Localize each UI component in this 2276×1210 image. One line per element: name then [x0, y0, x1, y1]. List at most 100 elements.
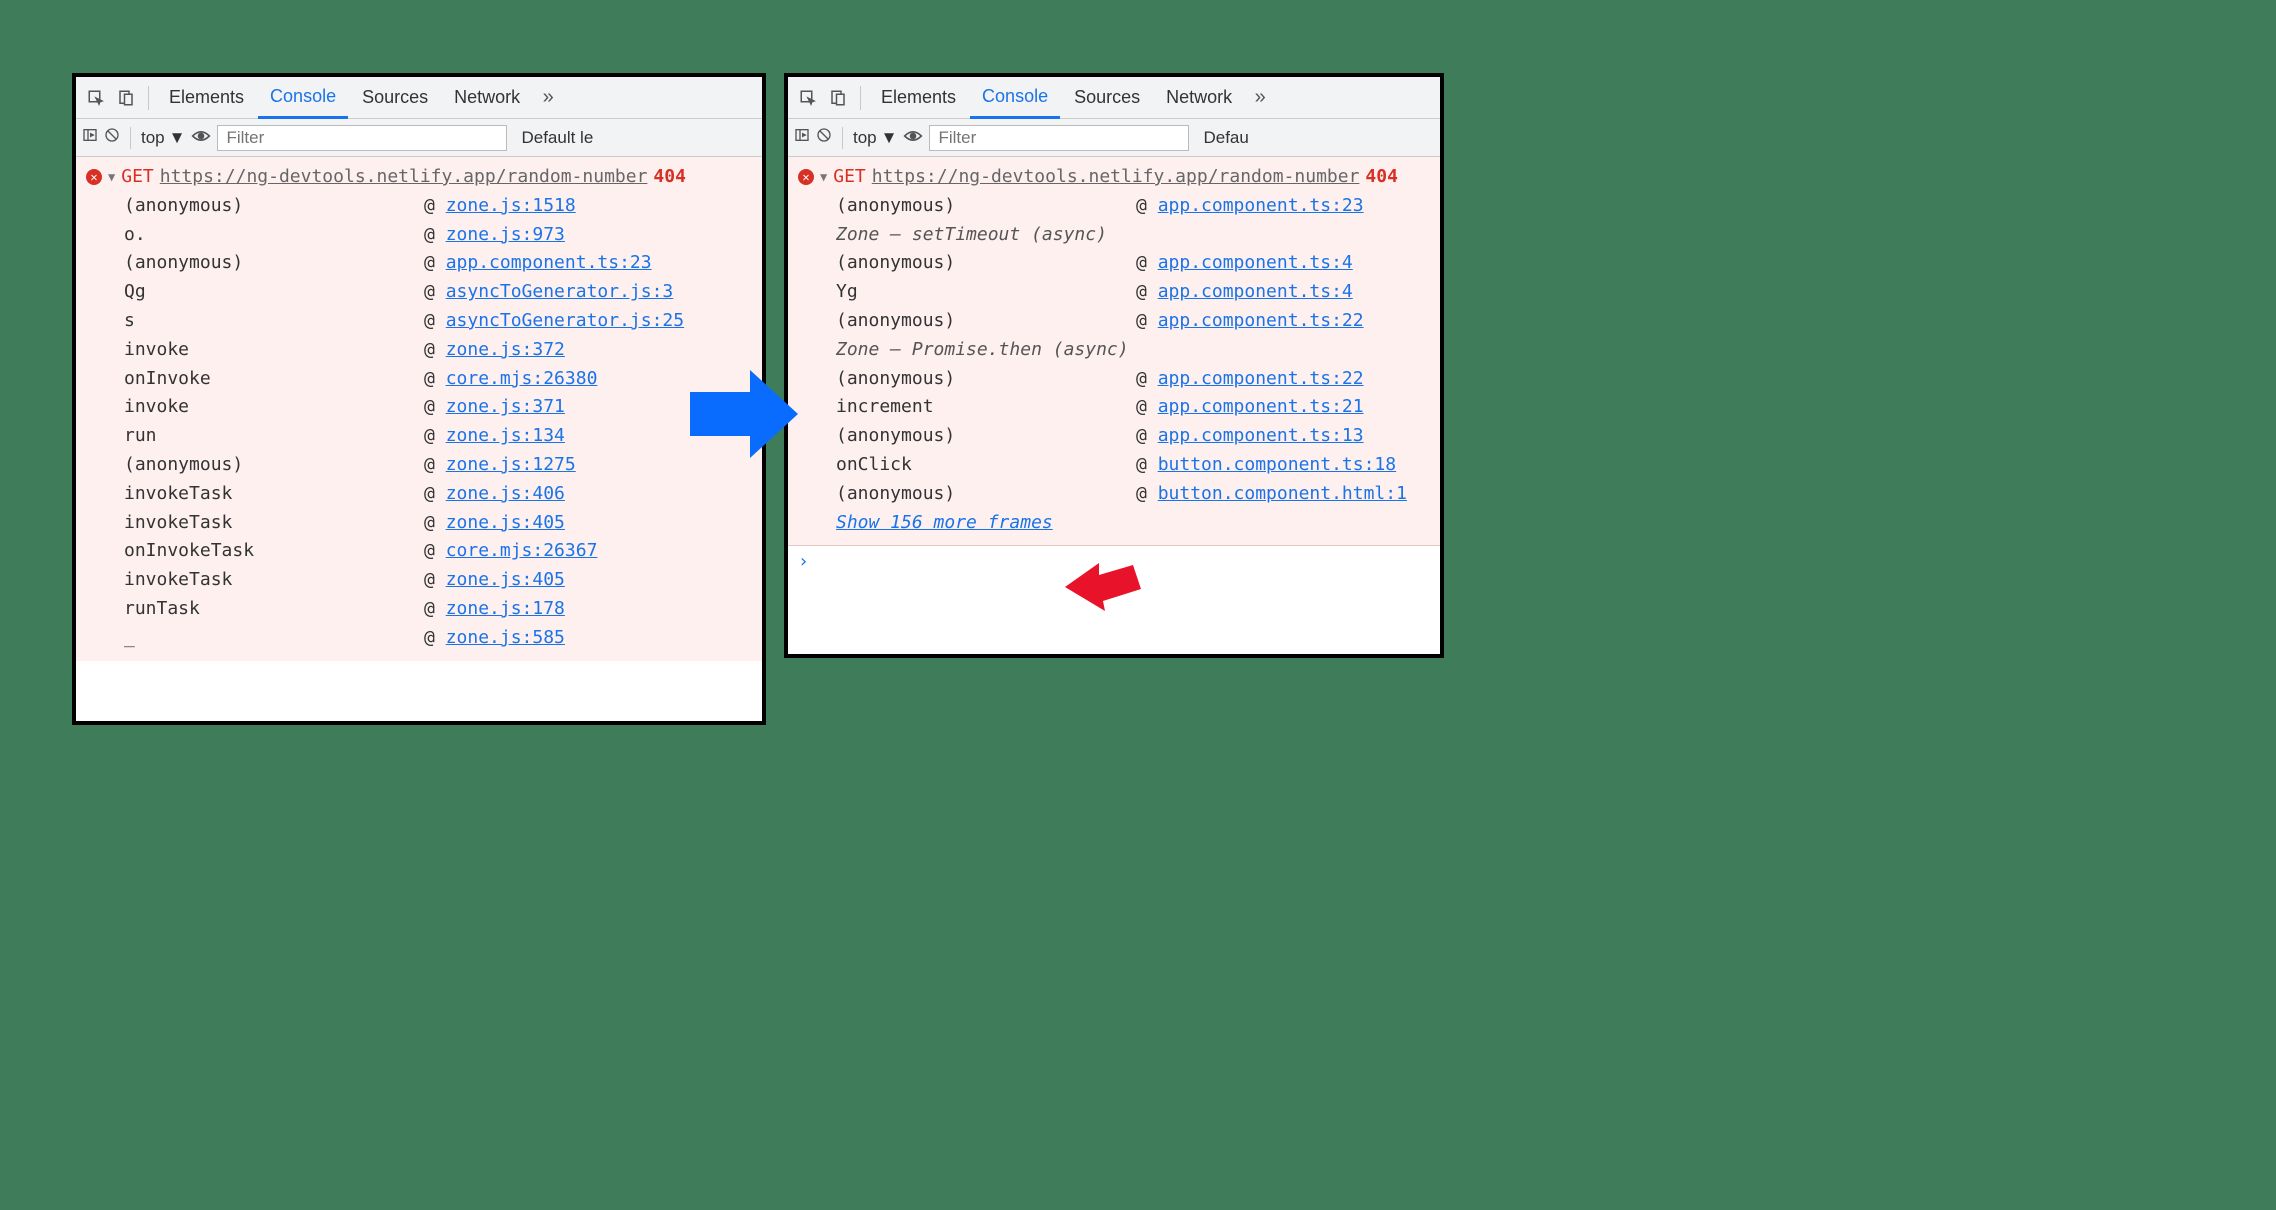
stack-frame: onInvoke@ core.mjs:26380: [86, 365, 752, 394]
frame-function: (anonymous): [836, 365, 1136, 394]
frame-function: _: [124, 624, 424, 653]
source-link[interactable]: app.component.ts:4: [1158, 252, 1353, 273]
source-link[interactable]: app.component.ts:4: [1158, 281, 1353, 302]
context-selector[interactable]: top ▼: [853, 128, 897, 148]
source-link[interactable]: app.component.ts:22: [1158, 310, 1364, 331]
prompt-chevron-icon: ›: [798, 551, 809, 572]
source-link[interactable]: zone.js:405: [446, 512, 565, 533]
source-link[interactable]: zone.js:973: [446, 224, 565, 245]
source-link[interactable]: core.mjs:26380: [446, 368, 598, 389]
frame-location: @ core.mjs:26367: [424, 537, 597, 566]
filter-input[interactable]: [217, 125, 507, 151]
stack-frame: (anonymous)@ zone.js:1275: [86, 451, 752, 480]
frame-location: @ core.mjs:26380: [424, 365, 597, 394]
request-url[interactable]: https://ng-devtools.netlify.app/random-n…: [160, 163, 648, 192]
frame-location: @ app.component.ts:22: [1136, 365, 1364, 394]
stack-frame: run@ zone.js:134: [86, 422, 752, 451]
source-link[interactable]: app.component.ts:22: [1158, 368, 1364, 389]
error-header[interactable]: ✕ ▼ GET https://ng-devtools.netlify.app/…: [798, 163, 1430, 192]
source-link[interactable]: core.mjs:26367: [446, 540, 598, 561]
inspect-icon[interactable]: [82, 84, 110, 112]
tab-elements[interactable]: Elements: [869, 77, 968, 118]
show-more-frames[interactable]: Show 156 more frames: [798, 509, 1430, 538]
frame-function: increment: [836, 393, 1136, 422]
frame-location: @ app.component.ts:22: [1136, 307, 1364, 336]
source-link[interactable]: zone.js:585: [446, 627, 565, 648]
live-expression-icon[interactable]: [903, 128, 923, 148]
source-link[interactable]: zone.js:134: [446, 425, 565, 446]
tab-elements[interactable]: Elements: [157, 77, 256, 118]
devtools-panel-before: Elements Console Sources Network » top ▼…: [72, 73, 766, 725]
source-link[interactable]: app.component.ts:23: [446, 252, 652, 273]
frame-location: @ zone.js:973: [424, 221, 565, 250]
more-tabs-icon[interactable]: »: [534, 84, 562, 112]
stack-frame: invoke@ zone.js:371: [86, 393, 752, 422]
context-selector[interactable]: top ▼: [141, 128, 185, 148]
source-link[interactable]: zone.js:372: [446, 339, 565, 360]
source-link[interactable]: app.component.ts:13: [1158, 425, 1364, 446]
device-toggle-icon[interactable]: [112, 84, 140, 112]
tab-network[interactable]: Network: [1154, 77, 1244, 118]
source-link[interactable]: zone.js:178: [446, 598, 565, 619]
error-icon: ✕: [86, 169, 102, 185]
frame-location: @ app.component.ts:23: [1136, 192, 1364, 221]
stack-frame: invokeTask@ zone.js:406: [86, 480, 752, 509]
source-link[interactable]: button.component.html:1: [1158, 483, 1407, 504]
stack-frame: o.@ zone.js:973: [86, 221, 752, 250]
frame-function: invokeTask: [124, 509, 424, 538]
filter-input[interactable]: [929, 125, 1189, 151]
source-link[interactable]: button.component.ts:18: [1158, 454, 1396, 475]
frame-function: (anonymous): [124, 192, 424, 221]
source-link[interactable]: asyncToGenerator.js:3: [446, 281, 674, 302]
source-link[interactable]: zone.js:406: [446, 483, 565, 504]
disclosure-icon[interactable]: ▼: [108, 168, 115, 187]
stack-frame: invoke@ zone.js:372: [86, 336, 752, 365]
error-icon: ✕: [798, 169, 814, 185]
show-more-link[interactable]: Show 156 more frames: [836, 512, 1053, 533]
live-expression-icon[interactable]: [191, 128, 211, 148]
frame-location: @ app.component.ts:13: [1136, 422, 1364, 451]
source-link[interactable]: zone.js:1518: [446, 195, 576, 216]
clear-console-icon[interactable]: [816, 127, 832, 148]
frame-function: Qg: [124, 278, 424, 307]
tab-sources[interactable]: Sources: [1062, 77, 1152, 118]
frame-function: onClick: [836, 451, 1136, 480]
http-method: GET: [121, 163, 154, 192]
log-levels-label[interactable]: Defau: [1203, 128, 1248, 148]
frame-location: @ zone.js:585: [424, 624, 565, 653]
error-header[interactable]: ✕ ▼ GET https://ng-devtools.netlify.app/…: [86, 163, 752, 192]
request-url[interactable]: https://ng-devtools.netlify.app/random-n…: [872, 163, 1360, 192]
stack-frame: onClick@ button.component.ts:18: [798, 451, 1430, 480]
disclosure-icon[interactable]: ▼: [820, 168, 827, 187]
stack-frame: (anonymous)@ zone.js:1518: [86, 192, 752, 221]
frame-function: invoke: [124, 336, 424, 365]
source-link[interactable]: zone.js:371: [446, 396, 565, 417]
tab-network[interactable]: Network: [442, 77, 532, 118]
frame-location: @ button.component.html:1: [1136, 480, 1407, 509]
tab-sources[interactable]: Sources: [350, 77, 440, 118]
tab-console[interactable]: Console: [258, 78, 348, 119]
clear-console-icon[interactable]: [104, 127, 120, 148]
source-link[interactable]: zone.js:405: [446, 569, 565, 590]
frame-location: @ asyncToGenerator.js:25: [424, 307, 684, 336]
source-link[interactable]: app.component.ts:21: [1158, 396, 1364, 417]
sidebar-toggle-icon[interactable]: [82, 127, 98, 148]
frame-function: runTask: [124, 595, 424, 624]
stack-frame: increment@ app.component.ts:21: [798, 393, 1430, 422]
frame-function: (anonymous): [124, 249, 424, 278]
sidebar-toggle-icon[interactable]: [794, 127, 810, 148]
source-link[interactable]: zone.js:1275: [446, 454, 576, 475]
frame-function: (anonymous): [124, 451, 424, 480]
more-tabs-icon[interactable]: »: [1246, 84, 1274, 112]
inspect-icon[interactable]: [794, 84, 822, 112]
source-link[interactable]: asyncToGenerator.js:25: [446, 310, 684, 331]
separator: [130, 127, 131, 149]
frame-function: (anonymous): [836, 192, 1136, 221]
tab-console[interactable]: Console: [970, 78, 1060, 119]
context-label: top: [141, 128, 165, 148]
frame-location: @ zone.js:406: [424, 480, 565, 509]
stack-frame: runTask@ zone.js:178: [86, 595, 752, 624]
source-link[interactable]: app.component.ts:23: [1158, 195, 1364, 216]
log-levels-label[interactable]: Default le: [521, 128, 593, 148]
device-toggle-icon[interactable]: [824, 84, 852, 112]
